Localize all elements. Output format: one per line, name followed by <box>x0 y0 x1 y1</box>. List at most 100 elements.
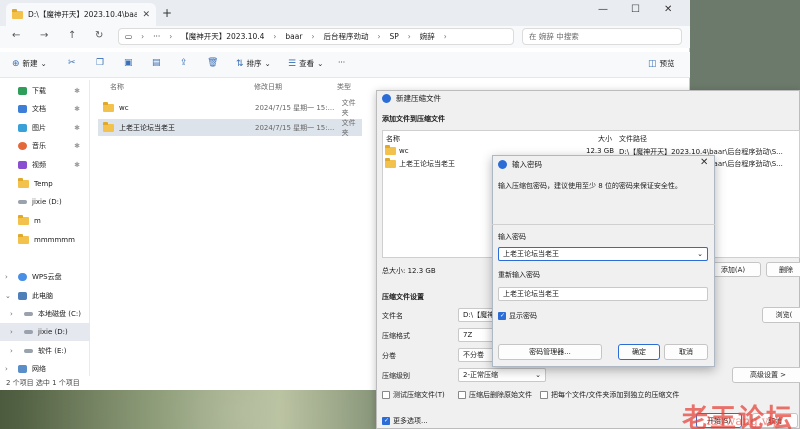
sidebar-item-downloads[interactable]: 下载 ✱ <box>0 82 90 100</box>
explorer-tab[interactable]: D:\【魔神开天】2023.10.4\baa ✕ <box>6 3 156 26</box>
level-label: 压缩级别 <box>382 372 410 380</box>
delete-button[interactable]: 🗑 <box>207 58 218 68</box>
chevron-right-icon[interactable]: › <box>10 347 13 355</box>
sidebar-item-wps-cloud[interactable]: › WPS云盘 <box>0 268 90 286</box>
confirm-password-input[interactable]: 上老王论坛当老王 <box>498 287 708 301</box>
folder-icon <box>18 215 29 225</box>
archive-dialog-title: 新建压缩文件 <box>382 93 441 104</box>
checkbox[interactable] <box>382 391 390 399</box>
level-select[interactable]: 2-正常压缩 ⌄ <box>458 368 546 382</box>
column-header-date[interactable]: 修改日期 <box>254 82 282 92</box>
chevron-right-icon[interactable]: › <box>10 328 13 336</box>
sidebar-item-documents[interactable]: 文档 ✱ <box>0 100 90 118</box>
folder-icon <box>12 8 23 19</box>
breadcrumb-item[interactable]: baar <box>285 32 302 41</box>
show-password-toggle[interactable]: 显示密码 <box>498 311 537 321</box>
picture-icon <box>18 124 27 132</box>
sidebar-label: mmmmmm <box>34 236 75 244</box>
option-label: 压缩后删除原始文件 <box>469 391 532 399</box>
sidebar-item-mmmmmm[interactable]: mmmmmm <box>0 231 90 249</box>
file-row-selected[interactable]: 上老王论坛当老王 2024/7/15 星期一 15:... 文件夹 <box>98 119 362 137</box>
preview-button[interactable]: ◫ 预览 <box>648 58 675 69</box>
breadcrumb-item[interactable]: SP <box>389 32 398 41</box>
file-row[interactable]: wc 2024/7/15 星期一 15:... 文件夹 <box>98 99 362 117</box>
archive-row[interactable]: wc <box>385 145 409 155</box>
app-icon <box>382 94 391 103</box>
sidebar-item-software-e[interactable]: › 软件 (E:) <box>0 342 90 360</box>
sidebar-item-network[interactable]: › 网络 <box>0 360 90 378</box>
password-manager-button[interactable]: 密码管理器... <box>498 344 602 360</box>
minimize-button[interactable]: — <box>598 4 608 15</box>
test-archive-option[interactable]: 测试压缩文件(T) <box>382 390 445 400</box>
copy-icon: ❐ <box>96 58 105 68</box>
address-bar[interactable]: ▭ › ··· › 【魔神开天】2023.10.4 › baar › 后台程序劲… <box>118 28 514 45</box>
cut-button[interactable]: ✂ <box>68 58 76 68</box>
close-tab-icon[interactable]: ✕ <box>142 10 150 20</box>
back-arrow-icon[interactable]: ← <box>12 30 20 41</box>
archive-row[interactable]: 上老王论坛当老王 <box>385 158 455 169</box>
sort-button[interactable]: ⇅ 排序 ⌄ <box>236 58 271 69</box>
chevron-right-icon[interactable]: › <box>5 273 8 281</box>
separate-archives-option[interactable]: 把每个文件/文件夹添加到独立的压缩文件 <box>540 390 679 400</box>
forward-arrow-icon[interactable]: → <box>40 30 48 41</box>
checkbox-checked[interactable] <box>498 312 506 320</box>
new-button[interactable]: ⊕ 新建 ⌄ <box>12 58 47 69</box>
up-arrow-icon[interactable]: ↑ <box>68 30 76 41</box>
browse-button[interactable]: 浏览( <box>762 307 800 323</box>
more-crumbs[interactable]: ··· <box>153 32 160 41</box>
more-options-toggle[interactable]: 更多选项... <box>382 416 428 426</box>
new-tab-button[interactable]: + <box>162 6 172 20</box>
column-header-type[interactable]: 类型 <box>337 82 351 92</box>
sidebar-item-local-c[interactable]: › 本地磁盘 (C:) <box>0 305 90 323</box>
divider <box>492 224 715 225</box>
checkbox[interactable] <box>458 391 466 399</box>
file-name: 上老王论坛当老王 <box>119 123 175 132</box>
ok-button[interactable]: 确定 <box>618 344 660 360</box>
close-window-button[interactable]: ✕ <box>664 4 672 15</box>
file-date: 2024/7/15 星期一 15:... <box>255 103 335 112</box>
paste-button[interactable]: ▣ <box>124 58 133 68</box>
drive-icon <box>24 349 33 353</box>
refresh-icon[interactable]: ↻ <box>95 30 103 41</box>
share-button[interactable]: ⇪ <box>180 58 188 68</box>
sidebar-item-jixie-d-selected[interactable]: › jixie (D:) <box>0 323 90 341</box>
chevron-down-icon[interactable]: ⌄ <box>5 292 11 300</box>
chevron-right-icon[interactable]: › <box>5 365 8 373</box>
sidebar-item-pictures[interactable]: 图片 ✱ <box>0 119 90 137</box>
sidebar-item-this-pc[interactable]: ⌄ 此电脑 <box>0 287 90 305</box>
more-button[interactable]: ··· <box>338 58 345 67</box>
checkbox-checked[interactable] <box>382 417 390 425</box>
pin-icon: ✱ <box>74 87 80 95</box>
sidebar-item-m[interactable]: m <box>0 212 90 230</box>
checkbox[interactable] <box>540 391 548 399</box>
advanced-settings-button[interactable]: 高级设置 > <box>732 367 800 383</box>
folder-icon <box>103 101 114 112</box>
sidebar-item-jixie-d[interactable]: jixie (D:) <box>0 193 90 211</box>
column-header-name[interactable]: 名称 <box>110 82 124 92</box>
delete-after-option[interactable]: 压缩后删除原始文件 <box>458 390 532 400</box>
view-button[interactable]: ☰ 查看 ⌄ <box>288 58 323 69</box>
col-name: 名称 <box>386 135 400 143</box>
monitor-icon: ▭ <box>125 32 133 41</box>
password-input[interactable]: 上老王论坛当老王 ⌄ <box>498 247 708 261</box>
search-input[interactable]: 在 婉辞 中搜索 <box>522 28 682 45</box>
password-label: 输入密码 <box>498 233 526 241</box>
video-icon <box>18 161 27 169</box>
breadcrumb-item[interactable]: 【魔神开天】2023.10.4 <box>181 31 264 42</box>
chevron-right-icon[interactable]: › <box>10 310 13 318</box>
close-icon[interactable]: ✕ <box>700 157 708 168</box>
rename-button[interactable]: ▤ <box>152 58 161 68</box>
breadcrumb-item[interactable]: 后台程序劲动 <box>323 31 368 42</box>
sidebar-item-temp[interactable]: Temp <box>0 175 90 193</box>
maximize-button[interactable]: ☐ <box>631 4 640 15</box>
sidebar-item-videos[interactable]: 视频 ✱ <box>0 156 90 174</box>
delete-button[interactable]: 删除 <box>766 262 800 277</box>
copy-button[interactable]: ❐ <box>96 58 104 68</box>
sidebar-item-music[interactable]: 音乐 ✱ <box>0 137 90 155</box>
password-title-text: 输入密码 <box>512 160 542 169</box>
password-cancel-button[interactable]: 取消 <box>664 344 708 360</box>
breadcrumb-item[interactable]: 婉辞 <box>420 31 435 42</box>
folder-icon <box>18 178 29 188</box>
chevron-down-icon: ⌄ <box>264 59 271 68</box>
archive-row-name: wc <box>399 147 409 155</box>
